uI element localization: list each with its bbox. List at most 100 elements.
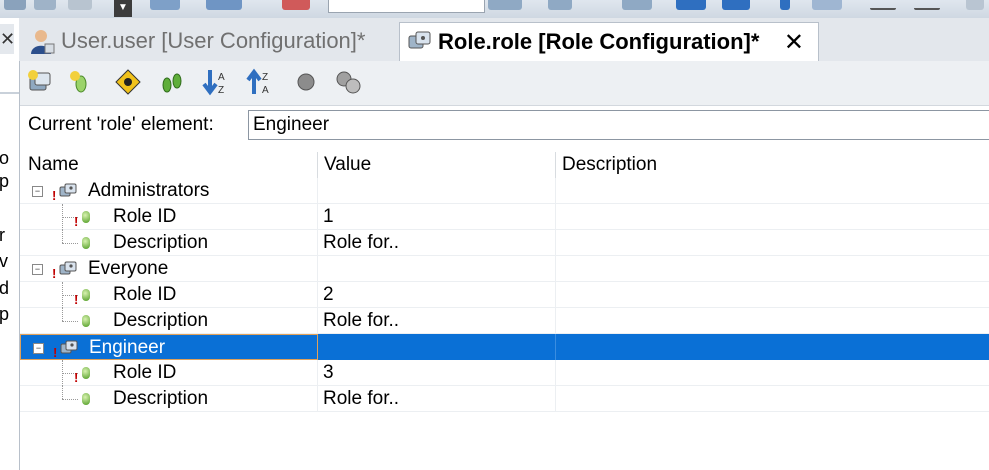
collapse-icon[interactable]: − — [32, 186, 43, 197]
toolbar-icon[interactable] — [488, 0, 522, 10]
property-row[interactable]: Description Role for.. — [20, 308, 989, 334]
property-row[interactable]: Description Role for.. — [20, 230, 989, 256]
toolbar-icon[interactable] — [914, 8, 940, 10]
role-row[interactable]: −! Everyone — [20, 256, 989, 282]
property-description-cell[interactable] — [556, 230, 989, 256]
add-role-icon[interactable] — [26, 67, 54, 97]
toolbar-icon[interactable] — [34, 0, 56, 10]
property-row[interactable]: ! Role ID 3 — [20, 360, 989, 386]
editor-tab-bar: User.user [User Configuration]* Role.rol… — [19, 18, 989, 61]
role-name: Administrators — [88, 180, 210, 201]
editor-toolbar: AZ ZA — [20, 61, 989, 106]
role-name-cell[interactable]: −! Engineer — [20, 334, 318, 360]
current-element-row: Current 'role' element: Engineer — [20, 110, 989, 142]
role-name: Engineer — [89, 337, 166, 358]
toolbar-icon[interactable] — [966, 0, 984, 10]
role-value-cell[interactable] — [318, 178, 556, 204]
toolbar-icon[interactable] — [548, 0, 572, 10]
tab-role-configuration[interactable]: Role.role [Role Configuration]* ✕ — [399, 22, 819, 61]
property-name: Description — [113, 310, 209, 331]
property-name: Description — [113, 388, 209, 409]
toolbar-icon[interactable] — [68, 0, 92, 10]
property-value-cell[interactable]: Role for.. — [318, 308, 556, 334]
panel-divider — [0, 92, 19, 94]
property-description-cell[interactable] — [556, 308, 989, 334]
tree-connector — [62, 399, 78, 400]
tab-user-configuration[interactable]: User.user [User Configuration]* — [23, 22, 398, 60]
property-row[interactable]: ! Role ID 1 — [20, 204, 989, 230]
property-name: Role ID — [113, 362, 177, 383]
property-value-cell[interactable]: 1 — [318, 204, 556, 230]
role-description-cell[interactable] — [556, 178, 989, 204]
circle-icon[interactable] — [292, 67, 320, 97]
role-row[interactable]: −! Administrators — [20, 178, 989, 204]
property-name-cell[interactable]: ! Role ID — [20, 282, 318, 308]
validate-icon[interactable] — [114, 67, 142, 97]
collapse-icon[interactable]: − — [33, 343, 44, 354]
column-header-description[interactable]: Description — [556, 152, 989, 178]
property-name-cell[interactable]: Description — [20, 308, 318, 334]
role-name: Everyone — [88, 258, 169, 279]
property-name-cell[interactable]: ! Role ID — [20, 204, 318, 230]
current-element-field[interactable]: Engineer — [248, 110, 989, 140]
role-description-cell[interactable] — [556, 334, 989, 360]
role-value-cell[interactable] — [318, 256, 556, 282]
toolbar-icon[interactable] — [282, 0, 310, 10]
column-header-value[interactable]: Value — [318, 152, 556, 178]
role-property-grid: Name Value Description −! Administrators!… — [20, 152, 989, 470]
property-row[interactable]: Description Role for.. — [20, 386, 989, 412]
toolbar-icon[interactable] — [676, 0, 706, 10]
role-row[interactable]: −! Engineer — [20, 334, 989, 360]
toolbar-icon[interactable] — [870, 8, 896, 10]
panel-text-fragment: p — [0, 304, 10, 324]
property-description-cell[interactable] — [556, 282, 989, 308]
tree-connector — [62, 308, 63, 321]
tab-label: Role.role [Role Configuration]* — [438, 29, 760, 54]
tree-connector — [62, 243, 78, 244]
property-name-cell[interactable]: ! Role ID — [20, 360, 318, 386]
close-tab-icon[interactable]: ✕ — [784, 28, 804, 57]
toolbar-icon[interactable] — [780, 0, 790, 10]
toolbar-icon[interactable] — [812, 0, 842, 10]
role-name-cell[interactable]: −! Administrators — [20, 178, 318, 204]
toolbar-icon[interactable] — [206, 0, 242, 10]
sort-ascending-icon[interactable]: AZ — [202, 67, 230, 97]
property-name-cell[interactable]: Description — [20, 230, 318, 256]
svg-text:Z: Z — [262, 72, 268, 83]
property-value-cell[interactable]: 2 — [318, 282, 556, 308]
property-row[interactable]: ! Role ID 2 — [20, 282, 989, 308]
dropdown-button[interactable]: ▼ — [114, 0, 132, 17]
property-description-cell[interactable] — [556, 204, 989, 230]
property-value-cell[interactable]: Role for.. — [318, 386, 556, 412]
close-icon[interactable]: ✕ — [0, 24, 15, 54]
role-name-cell[interactable]: −! Everyone — [20, 256, 318, 282]
panel-text-fragment: o — [0, 148, 10, 168]
role-description-cell[interactable] — [556, 256, 989, 282]
tree-connector — [62, 386, 63, 399]
user-icon — [29, 28, 55, 54]
role-icon — [406, 29, 432, 55]
toolbar-icon[interactable] — [722, 0, 750, 10]
property-description-cell[interactable] — [556, 386, 989, 412]
toolbar-icon[interactable] — [622, 0, 652, 10]
panel-text-fragment: p — [0, 171, 10, 191]
toolbar-input[interactable] — [328, 0, 485, 13]
sort-descending-icon[interactable]: ZA — [246, 67, 274, 97]
tree-connector — [62, 321, 78, 322]
role-value-cell[interactable] — [318, 334, 556, 360]
toolbar-icon[interactable] — [150, 0, 180, 10]
expand-icon[interactable] — [158, 67, 186, 97]
add-item-icon[interactable] — [66, 67, 94, 97]
svg-text:A: A — [262, 85, 269, 96]
property-value-cell[interactable]: 3 — [318, 360, 556, 386]
property-name: Description — [113, 232, 209, 253]
property-name-cell[interactable]: Description — [20, 386, 318, 412]
toolbar-icon[interactable] — [4, 0, 26, 10]
tab-label: User.user [User Configuration]* — [61, 28, 366, 53]
gears-icon[interactable] — [334, 67, 362, 97]
attribute-icon — [82, 315, 90, 327]
property-description-cell[interactable] — [556, 360, 989, 386]
column-header-name[interactable]: Name — [20, 152, 318, 178]
property-value-cell[interactable]: Role for.. — [318, 230, 556, 256]
collapse-icon[interactable]: − — [32, 264, 43, 275]
